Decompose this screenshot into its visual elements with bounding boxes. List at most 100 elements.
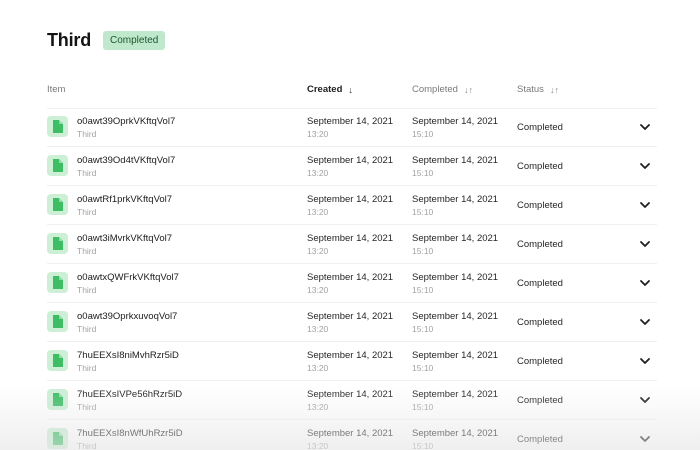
completed-date: September 14, 2021 — [412, 194, 499, 205]
item-name[interactable]: o0awt39OprkVKftqVol7 — [77, 116, 175, 127]
column-header-created[interactable]: Created ↓ — [307, 84, 353, 95]
status-text: Completed — [517, 395, 563, 406]
sort-toggle-icon: ↓↑ — [463, 84, 473, 95]
sort-toggle-icon: ↓↑ — [549, 84, 559, 95]
item-name[interactable]: 7huEEXsIVPe56hRzr5iD — [77, 389, 182, 400]
completed-date: September 14, 2021 — [412, 233, 499, 244]
created-time: 13:20 — [307, 324, 329, 334]
item-group: Third — [77, 246, 97, 256]
file-icon — [47, 350, 68, 371]
table-row[interactable]: o0awtxQWFrkVKftqVol7 Third September 14,… — [47, 264, 657, 303]
completed-time: 15:10 — [412, 402, 434, 412]
chevron-down-icon — [640, 436, 650, 442]
item-name[interactable]: o0awt39Od4tVKftqVol7 — [77, 155, 175, 166]
status-text: Completed — [517, 317, 563, 328]
table-row[interactable]: 7huEEXsI8niMvhRzr5iD Third September 14,… — [47, 342, 657, 381]
column-header-created-label: Created — [307, 84, 343, 95]
created-date: September 14, 2021 — [307, 350, 394, 361]
expand-row-button[interactable] — [637, 236, 653, 252]
status-text: Completed — [517, 356, 563, 367]
status-text: Completed — [517, 161, 563, 172]
item-name[interactable]: 7huEEXsI8niMvhRzr5iD — [77, 350, 179, 361]
file-icon — [47, 116, 68, 137]
column-header-completed-label: Completed — [412, 84, 458, 95]
item-group: Third — [77, 168, 97, 178]
expand-row-button[interactable] — [637, 314, 653, 330]
status-text: Completed — [517, 278, 563, 289]
item-name[interactable]: o0awtRf1prkVKftqVol7 — [77, 194, 172, 205]
item-name[interactable]: 7huEEXsI8nWfUhRzr5iD — [77, 428, 183, 439]
item-group: Third — [77, 207, 97, 217]
chevron-down-icon — [640, 241, 650, 247]
completed-time: 15:10 — [412, 207, 434, 217]
expand-row-button[interactable] — [637, 431, 653, 447]
completed-time: 15:10 — [412, 246, 434, 256]
file-icon — [47, 389, 68, 410]
created-time: 13:20 — [307, 246, 329, 256]
chevron-down-icon — [640, 397, 650, 403]
expand-row-button[interactable] — [637, 275, 653, 291]
completed-date: September 14, 2021 — [412, 155, 499, 166]
file-icon — [47, 311, 68, 332]
status-badge: Completed — [103, 31, 166, 50]
table-row[interactable]: o0awtRf1prkVKftqVol7 Third September 14,… — [47, 186, 657, 225]
item-group: Third — [77, 402, 97, 412]
file-icon — [47, 155, 68, 176]
completed-date: September 14, 2021 — [412, 350, 499, 361]
item-group: Third — [77, 441, 97, 450]
completed-time: 15:10 — [412, 285, 434, 295]
created-date: September 14, 2021 — [307, 233, 394, 244]
table-row[interactable]: o0awt3iMvrkVKftqVol7 Third September 14,… — [47, 225, 657, 264]
expand-row-button[interactable] — [637, 197, 653, 213]
file-icon — [47, 272, 68, 293]
created-date: September 14, 2021 — [307, 389, 394, 400]
created-time: 13:20 — [307, 129, 329, 139]
expand-row-button[interactable] — [637, 353, 653, 369]
completed-time: 15:10 — [412, 441, 434, 450]
status-text: Completed — [517, 239, 563, 250]
created-date: September 14, 2021 — [307, 428, 394, 439]
created-time: 13:20 — [307, 207, 329, 217]
column-header-item: Item — [47, 84, 65, 95]
item-name[interactable]: o0awt3iMvrkVKftqVol7 — [77, 233, 172, 244]
expand-row-button[interactable] — [637, 392, 653, 408]
item-group: Third — [77, 324, 97, 334]
completed-time: 15:10 — [412, 324, 434, 334]
chevron-down-icon — [640, 163, 650, 169]
table-row[interactable]: 7huEEXsI8nWfUhRzr5iD Third September 14,… — [47, 420, 657, 450]
completed-time: 15:10 — [412, 363, 434, 373]
page-title: Third — [47, 30, 91, 50]
item-name[interactable]: o0awtxQWFrkVKftqVol7 — [77, 272, 179, 283]
status-text: Completed — [517, 122, 563, 133]
created-time: 13:20 — [307, 363, 329, 373]
created-date: September 14, 2021 — [307, 272, 394, 283]
completed-date: September 14, 2021 — [412, 428, 499, 439]
chevron-down-icon — [640, 124, 650, 130]
file-icon — [47, 194, 68, 215]
status-text: Completed — [517, 434, 563, 445]
column-header-item-label: Item — [47, 84, 66, 95]
completed-date: September 14, 2021 — [412, 116, 499, 127]
column-header-status[interactable]: Status ↓↑ — [517, 84, 559, 95]
chevron-down-icon — [640, 319, 650, 325]
created-date: September 14, 2021 — [307, 116, 394, 127]
table-row[interactable]: o0awt39Od4tVKftqVol7 Third September 14,… — [47, 147, 657, 186]
table-row[interactable]: 7huEEXsIVPe56hRzr5iD Third September 14,… — [47, 381, 657, 420]
expand-row-button[interactable] — [637, 119, 653, 135]
file-icon — [47, 428, 68, 449]
file-icon — [47, 233, 68, 254]
table-row[interactable]: o0awt39OprkxuvoqVol7 Third September 14,… — [47, 303, 657, 342]
created-time: 13:20 — [307, 285, 329, 295]
completed-date: September 14, 2021 — [412, 272, 499, 283]
sort-descending-icon: ↓ — [348, 84, 353, 95]
chevron-down-icon — [640, 358, 650, 364]
created-date: September 14, 2021 — [307, 311, 394, 322]
table-row[interactable]: o0awt39OprkVKftqVol7 Third September 14,… — [47, 108, 657, 147]
created-date: September 14, 2021 — [307, 194, 394, 205]
completed-date: September 14, 2021 — [412, 311, 499, 322]
created-time: 13:20 — [307, 168, 329, 178]
column-header-completed[interactable]: Completed ↓↑ — [412, 84, 473, 95]
item-group: Third — [77, 129, 97, 139]
item-name[interactable]: o0awt39OprkxuvoqVol7 — [77, 311, 177, 322]
expand-row-button[interactable] — [637, 158, 653, 174]
